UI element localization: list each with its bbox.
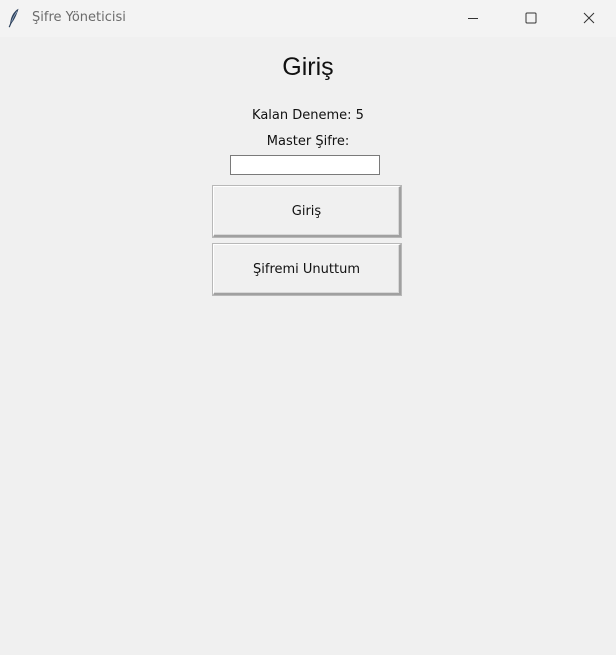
maximize-button[interactable] bbox=[508, 0, 554, 37]
minimize-button[interactable] bbox=[450, 0, 496, 37]
app-window: Şifre Yöneticisi Giriş Kalan Deneme: 5 M… bbox=[0, 0, 616, 655]
master-password-label: Master Şifre: bbox=[266, 134, 350, 149]
page-title: Giriş bbox=[282, 53, 334, 81]
minimize-icon bbox=[467, 9, 479, 28]
remaining-attempts-label: Kalan Deneme: 5 bbox=[252, 108, 364, 123]
maximize-icon bbox=[525, 9, 537, 28]
master-password-input[interactable] bbox=[230, 155, 380, 175]
title-bar[interactable]: Şifre Yöneticisi bbox=[0, 0, 616, 37]
close-button[interactable] bbox=[566, 0, 612, 37]
forgot-password-button[interactable]: Şifremi Unuttum bbox=[213, 244, 401, 295]
login-panel: Giriş Kalan Deneme: 5 Master Şifre: Giri… bbox=[0, 37, 616, 655]
login-button[interactable]: Giriş bbox=[213, 186, 401, 237]
close-icon bbox=[583, 9, 595, 28]
window-title: Şifre Yöneticisi bbox=[32, 10, 126, 25]
feather-icon bbox=[8, 8, 20, 28]
